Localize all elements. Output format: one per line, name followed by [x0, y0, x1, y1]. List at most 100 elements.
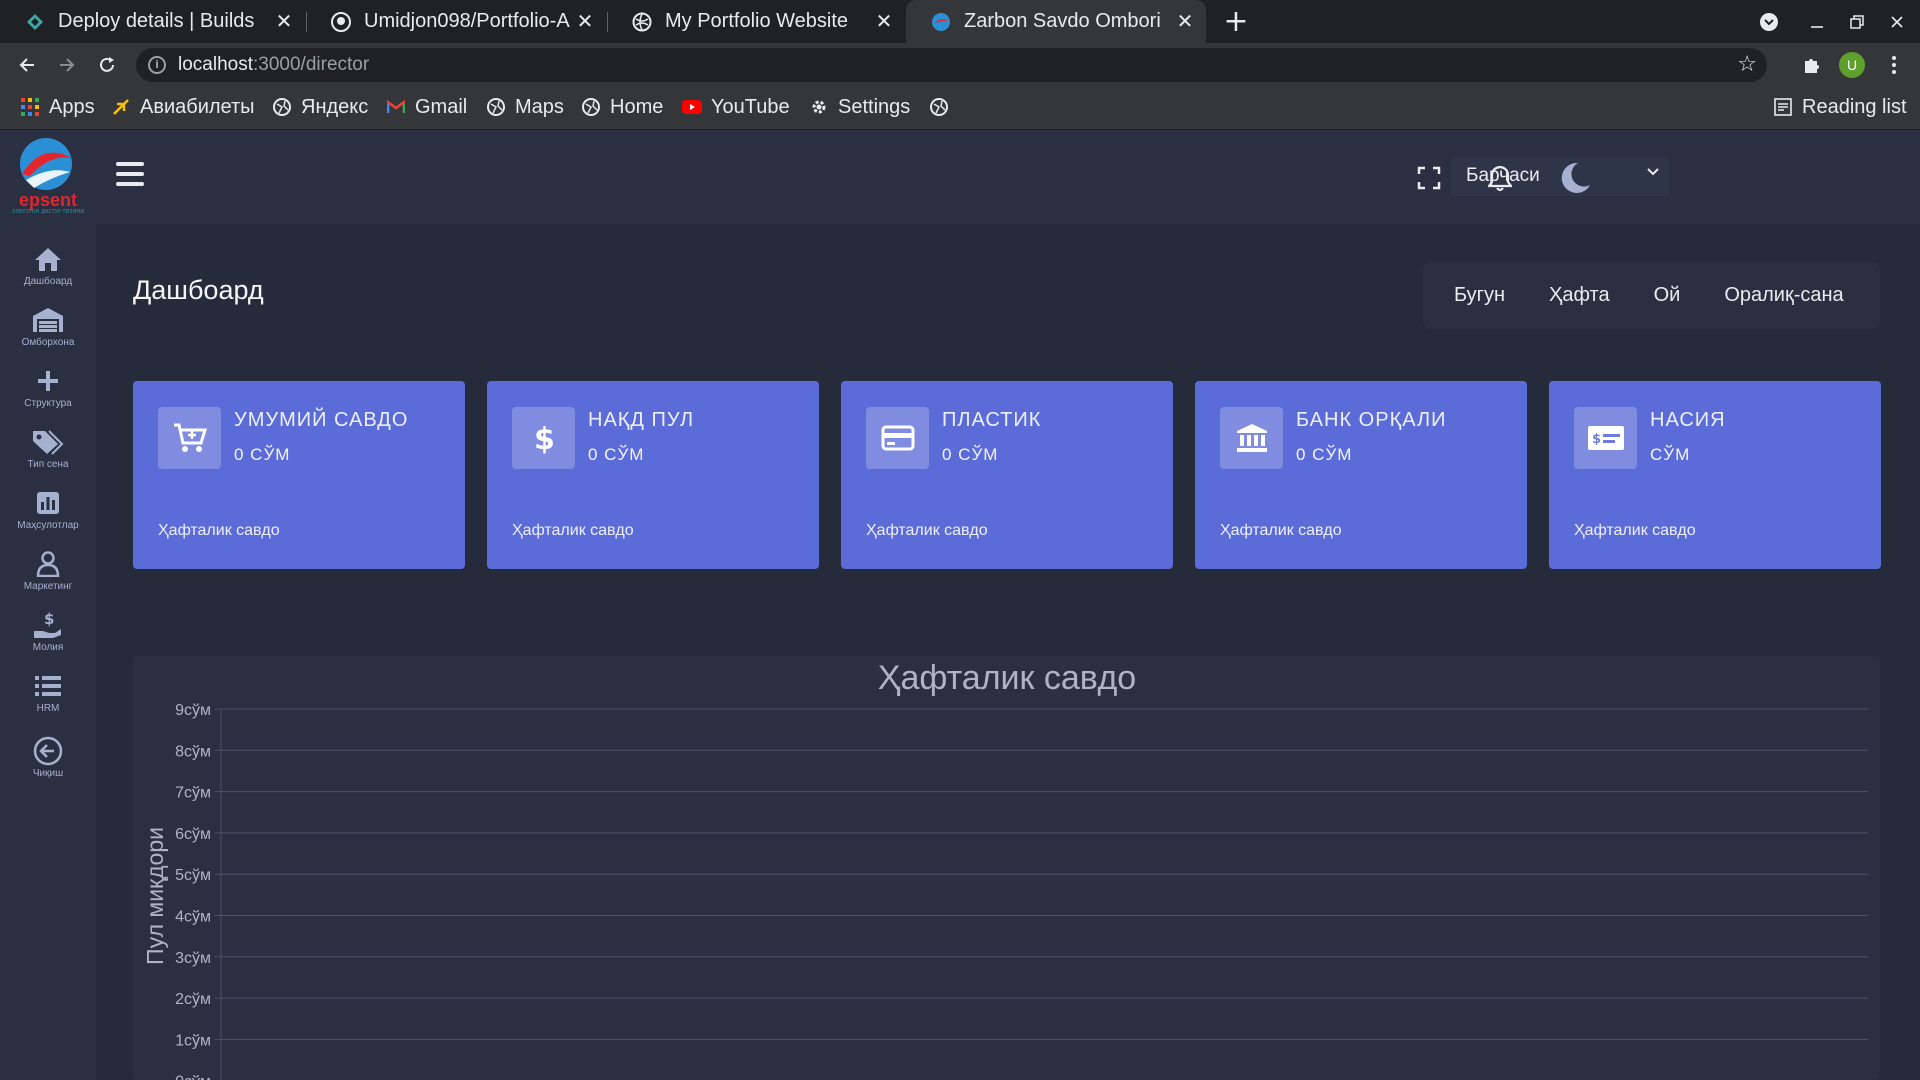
bookmark-maps[interactable]: Maps: [486, 87, 564, 127]
tab-title: Zarbon Savdo Ombori: [964, 10, 1161, 32]
close-tab-icon[interactable]: ✕: [869, 9, 899, 34]
sidebar-item-label: Молия: [32, 642, 64, 653]
chart-y-tick-label: 7сўм: [175, 785, 211, 802]
bookmark-label: Home: [610, 95, 664, 118]
reload-icon[interactable]: [87, 43, 127, 87]
close-tab-icon[interactable]: ✕: [570, 9, 600, 34]
chart-y-tick-label: 1сўм: [175, 1032, 211, 1049]
stat-card-cash[interactable]: $ НАҚД ПУЛ 0 СЎМ Ҳафталик савдо: [487, 381, 819, 569]
bookmark-yandex[interactable]: Яндекс: [272, 87, 368, 127]
chart-canvas: Ҳафталик савдо Пул миқдори 9сўм 8сўм 7сўм 6…: [142, 659, 1868, 1080]
chart-y-tick-label: 4сўм: [175, 909, 211, 926]
period-today-button[interactable]: Бугун: [1423, 262, 1527, 329]
stat-card-total-sales[interactable]: УМУМИЙ САВДО 0 СЎМ Ҳафталик савдо: [133, 381, 465, 569]
sidebar-item-logout[interactable]: Чиқиш: [0, 736, 96, 792]
tab-search-icon[interactable]: [1749, 0, 1789, 43]
card-value: 0 СЎМ: [942, 445, 999, 464]
chart-title: Ҳафталик савдо: [878, 659, 1136, 697]
sidebar-item-structure[interactable]: Структура: [0, 366, 96, 422]
gmail-icon: [386, 97, 406, 117]
sidebar-item-dashboard[interactable]: Дашбоард: [0, 244, 96, 300]
extensions-puzzle-icon[interactable]: [1794, 43, 1830, 87]
menu-toggle-icon[interactable]: [116, 162, 144, 190]
close-tab-icon[interactable]: ✕: [1170, 9, 1200, 34]
chevron-down-icon: [1646, 164, 1660, 183]
site-info-icon[interactable]: i: [148, 56, 166, 74]
period-filter-group: Бугун Ҳафта Ой Оралиқ-сана: [1423, 262, 1880, 329]
minimize-icon[interactable]: [1797, 0, 1837, 43]
bookmark-label: Maps: [515, 95, 564, 118]
bookmark-apps[interactable]: Apps: [20, 87, 95, 127]
close-tab-icon[interactable]: ✕: [269, 9, 299, 34]
reading-list-button[interactable]: Reading list: [1773, 87, 1907, 127]
sidebar-item-warehouse[interactable]: Омборхона: [0, 305, 96, 361]
card-title: УМУМИЙ САВДО: [234, 409, 409, 431]
globe-icon: [272, 97, 292, 117]
new-tab-button[interactable]: +: [1221, 0, 1251, 43]
bookmark-home[interactable]: Home: [581, 87, 663, 127]
browser-tab[interactable]: My Portfolio Website ✕: [607, 0, 905, 43]
logout-icon: [32, 736, 64, 766]
dollar-icon: $: [512, 407, 575, 469]
browser-tab-bar: Deploy details | Builds ✕ Umidjon098/Por…: [0, 0, 1920, 43]
chart-y-tick-label: 2сўм: [175, 991, 211, 1008]
plus-icon: [32, 366, 64, 396]
reading-list-icon: [1773, 97, 1793, 117]
bookmark-gmail[interactable]: Gmail: [386, 87, 467, 127]
card-value: 0 СЎМ: [1296, 445, 1353, 464]
sidebar-item-price-type[interactable]: Тип сена: [0, 427, 96, 483]
address-bar[interactable]: i localhost:3000/director ☆: [136, 48, 1767, 82]
close-window-icon[interactable]: [1877, 0, 1917, 43]
sidebar-item-marketing[interactable]: Маркетинг: [0, 549, 96, 605]
bookmark-aviabilety[interactable]: Авиабилеты: [111, 87, 255, 127]
bookmark-youtube[interactable]: YouTube: [682, 87, 790, 127]
sidebar-item-hrm[interactable]: HRM: [0, 671, 96, 727]
credit-card-icon: [866, 407, 929, 469]
globe-icon: [929, 97, 949, 117]
forward-icon[interactable]: [47, 43, 87, 87]
bookmark-label: Settings: [838, 95, 911, 118]
fullscreen-icon[interactable]: [1409, 158, 1449, 198]
sidebar-item-label: Дашбоард: [23, 276, 73, 287]
profile-avatar[interactable]: U: [1839, 52, 1865, 78]
money-bill-icon: $: [1574, 407, 1637, 469]
stat-card-plastic[interactable]: ПЛАСТИК 0 СЎМ Ҳафталик савдо: [841, 381, 1173, 569]
bookmark-star-icon[interactable]: ☆: [1737, 52, 1757, 77]
bookmark-settings[interactable]: Settings: [809, 87, 910, 127]
chart-y-tick-label: 9сўм: [175, 702, 211, 719]
globe-icon: [486, 97, 506, 117]
chart-y-tick-label: 8сўм: [175, 743, 211, 760]
card-title: НАСИЯ: [1650, 409, 1726, 431]
bookmark-unnamed[interactable]: [929, 87, 958, 127]
epsent-logo[interactable]: epsent ЭЛЕКТРОН ДАСТУР ТИЗИМИ: [6, 136, 90, 216]
stat-card-credit[interactable]: $ НАСИЯ СЎМ Ҳафталик савдо: [1549, 381, 1881, 569]
gear-icon: [809, 97, 829, 117]
url-path: :3000/director: [253, 54, 370, 75]
app-header: Барчаси: [96, 130, 1920, 224]
card-footer: Ҳафталик савдо: [866, 522, 988, 539]
tab-title: My Portfolio Website: [665, 10, 849, 32]
list-icon: [32, 671, 64, 701]
browser-tab[interactable]: Deploy details | Builds ✕: [0, 0, 305, 43]
tab-title: Deploy details | Builds: [58, 10, 255, 32]
sidebar-item-products[interactable]: Маҳсулотлар: [0, 488, 96, 544]
weekly-sales-chart: Ҳафталик савдо Пул миқдори 9сўм 8сўм 7сўм 6…: [133, 656, 1880, 1080]
sidebar-item-label: HRM: [36, 703, 60, 714]
money-hand-icon: $: [32, 610, 64, 640]
period-week-button[interactable]: Ҳафта: [1527, 262, 1632, 329]
browser-tab-active[interactable]: Zarbon Savdo Ombori ✕: [906, 0, 1206, 43]
tab-title: Umidjon098/Portfolio-Ab: [364, 10, 570, 32]
stat-card-bank[interactable]: БАНК ОРҚАЛИ 0 СЎМ Ҳафталик савдо: [1195, 381, 1527, 569]
card-value: 0 СЎМ: [234, 445, 291, 464]
dark-mode-moon-icon[interactable]: [1555, 158, 1595, 198]
sidebar-item-finance[interactable]: $ Молия: [0, 610, 96, 666]
period-month-button[interactable]: Ой: [1632, 262, 1703, 329]
bell-icon[interactable]: [1480, 158, 1520, 198]
sidebar-item-label: Структура: [24, 398, 72, 409]
browser-tab[interactable]: Umidjon098/Portfolio-Ab ✕: [306, 0, 606, 43]
period-range-button[interactable]: Оралиқ-сана: [1702, 262, 1865, 329]
browser-menu-icon[interactable]: [1876, 43, 1912, 87]
restore-icon[interactable]: [1837, 0, 1877, 43]
back-icon[interactable]: [7, 43, 47, 87]
youtube-icon: [682, 97, 702, 117]
